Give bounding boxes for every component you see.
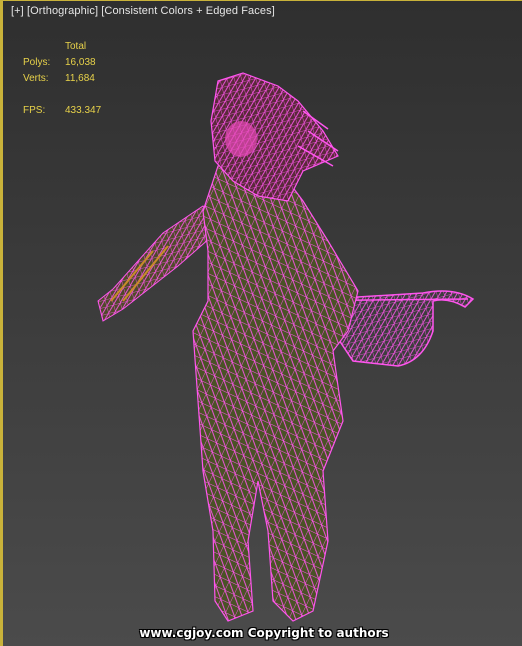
face xyxy=(225,121,257,157)
character-wireframe-model[interactable] xyxy=(3,1,522,646)
viewport[interactable]: [+] [Orthographic] [Consistent Colors + … xyxy=(0,0,522,646)
watermark-text: www.cgjoy.com Copyright to authors xyxy=(139,626,389,640)
